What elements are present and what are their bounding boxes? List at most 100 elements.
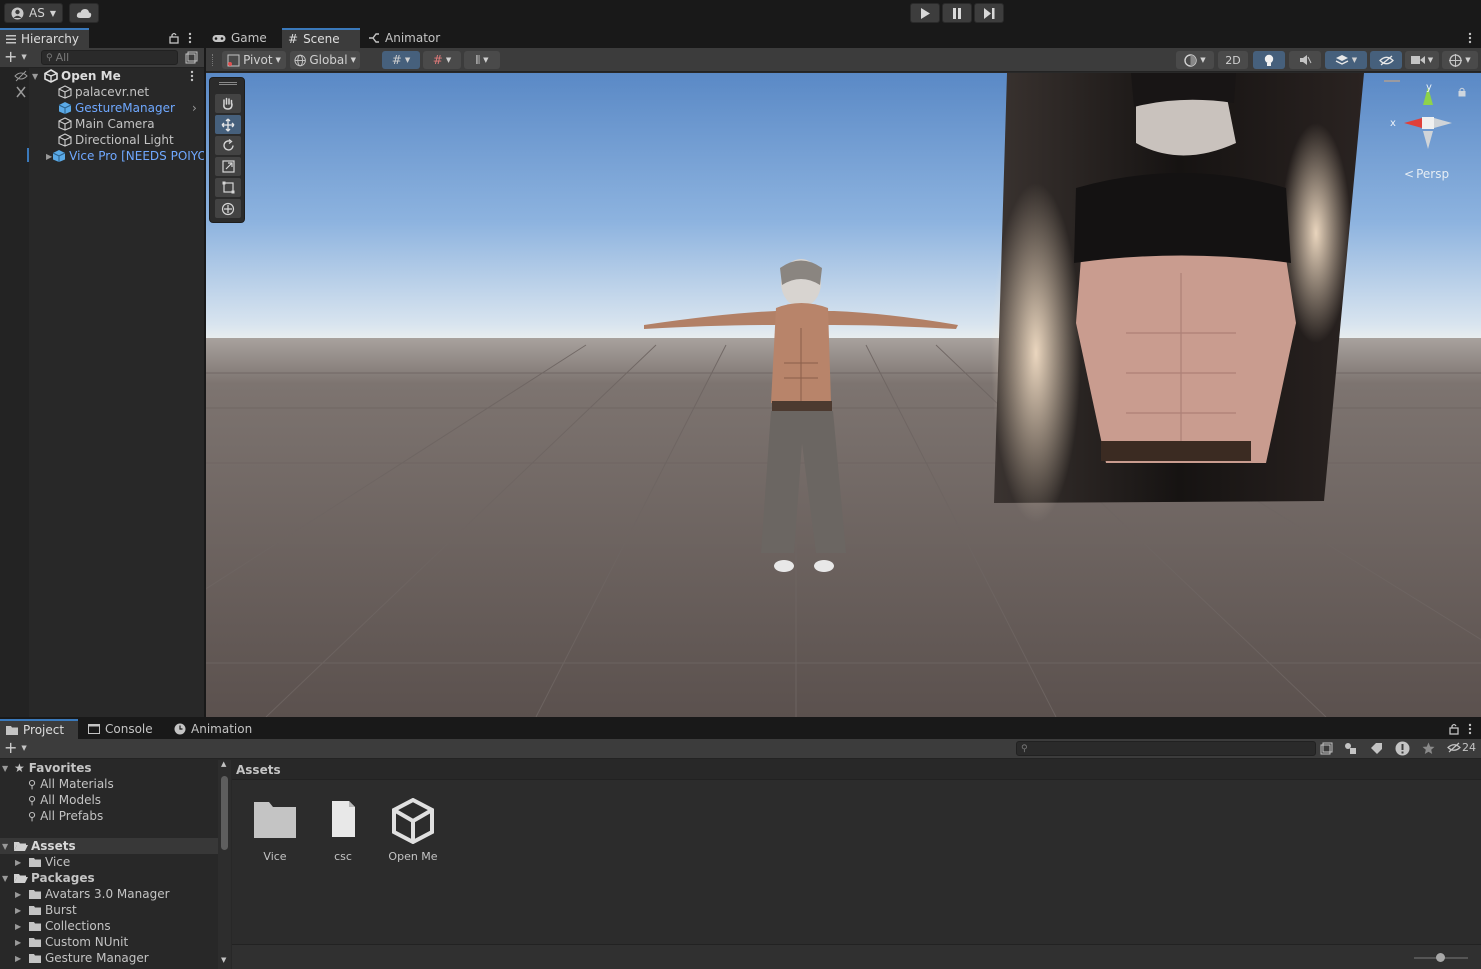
- folder-item[interactable]: ▶ Vice: [0, 854, 218, 870]
- chevron-right-icon[interactable]: ›: [192, 101, 197, 115]
- project-search-input[interactable]: ⚲: [1016, 741, 1316, 756]
- hierarchy-item-label: Vice Pro [NEEDS POIYOMI]: [69, 149, 204, 163]
- kebab-menu-icon[interactable]: [1468, 32, 1472, 44]
- label-tag-icon[interactable]: [1370, 742, 1383, 755]
- expand-arrow-icon: ▶: [15, 921, 22, 931]
- projection-toggle[interactable]: < Persp: [1404, 167, 1449, 181]
- increment-snap-toggle[interactable]: # ▼: [423, 51, 461, 69]
- tree-scrollbar[interactable]: ▲ ▼: [218, 760, 231, 969]
- global-dropdown[interactable]: Global ▼: [290, 51, 360, 69]
- favorite-item[interactable]: ⚲ All Materials: [0, 776, 218, 792]
- expand-arrow-icon: ▶: [15, 889, 22, 899]
- gizmo-drag-handle[interactable]: [1384, 80, 1400, 82]
- tab-animation[interactable]: Animation: [168, 719, 260, 739]
- tab-game[interactable]: Game: [206, 28, 280, 48]
- create-asset-button[interactable]: + ▼: [4, 740, 27, 756]
- effects-dropdown[interactable]: ▼: [1325, 51, 1367, 69]
- gamepad-icon: [212, 34, 226, 42]
- account-icon: [11, 7, 24, 19]
- shading-mode-dropdown[interactable]: ▼: [1176, 51, 1214, 69]
- scroll-down-icon[interactable]: ▼: [221, 956, 226, 964]
- camera-dropdown[interactable]: ▼: [1405, 51, 1439, 69]
- tab-animator[interactable]: Animator: [362, 28, 454, 48]
- audio-toggle[interactable]: [1289, 51, 1321, 69]
- folder-item[interactable]: ▶ Custom NUnit: [0, 934, 218, 950]
- lock-icon[interactable]: [1449, 723, 1459, 735]
- hierarchy-row[interactable]: Main Camera: [0, 116, 204, 132]
- move-tool-button[interactable]: [215, 115, 241, 134]
- favorites-header[interactable]: ▼ ★ Favorites: [0, 760, 218, 776]
- packages-header[interactable]: ▼ Packages: [0, 870, 218, 886]
- hierarchy-tabbar: Hierarchy: [0, 28, 204, 48]
- kebab-menu-icon[interactable]: [190, 70, 194, 82]
- create-button[interactable]: + ▼: [4, 49, 27, 65]
- tab-console[interactable]: Console: [82, 719, 164, 739]
- icon-size-slider-thumb[interactable]: [1436, 953, 1445, 962]
- scrollbar-thumb[interactable]: [221, 776, 228, 850]
- folder-item[interactable]: ▶ Collections: [0, 918, 218, 934]
- scene-visibility-icon[interactable]: [185, 51, 198, 64]
- asset-item[interactable]: Vice: [240, 798, 310, 863]
- kebab-menu-icon[interactable]: [1468, 723, 1472, 735]
- hierarchy-row[interactable]: GestureManager ›: [0, 100, 204, 116]
- assets-header[interactable]: ▼ Assets: [0, 838, 218, 854]
- effects-layers-icon: [1335, 55, 1349, 65]
- palette-drag-handle[interactable]: [219, 82, 237, 85]
- project-panel: Project Console Animation + ▼ ⚲ 24 ▼ ★ F…: [0, 719, 1481, 969]
- gizmos-dropdown[interactable]: ▼: [1442, 51, 1478, 69]
- tab-project[interactable]: Project: [0, 719, 78, 739]
- 2d-toggle[interactable]: 2D: [1218, 51, 1248, 69]
- account-button[interactable]: AS ▼: [4, 3, 63, 23]
- gameobject-icon: [58, 133, 72, 147]
- folder-icon: [254, 802, 296, 838]
- grid-snap-toggle[interactable]: # ▼: [382, 51, 420, 69]
- drag-handle[interactable]: [212, 54, 216, 66]
- breadcrumb-item[interactable]: Assets: [236, 763, 281, 777]
- hierarchy-row[interactable]: Directional Light: [0, 132, 204, 148]
- scene-panel: Game # Scene Animator Pivot ▼ Global ▼ #…: [206, 28, 1481, 717]
- tab-scene[interactable]: # Scene: [282, 28, 360, 48]
- scene-tabbar: Game # Scene Animator: [206, 28, 1481, 48]
- hierarchy-row[interactable]: palacevr.net: [0, 84, 204, 100]
- filter-type-icon[interactable]: [1344, 742, 1357, 755]
- rotate-tool-button[interactable]: [215, 136, 241, 155]
- transform-tool-button[interactable]: [215, 199, 241, 218]
- pivot-dropdown[interactable]: Pivot ▼: [222, 51, 286, 69]
- hierarchy-row[interactable]: ▶ Vice Pro [NEEDS POIYOMI]: [0, 148, 204, 164]
- pause-button[interactable]: [942, 3, 972, 23]
- orientation-gizmo[interactable]: y x < Persp: [1376, 73, 1476, 193]
- scale-tool-button[interactable]: [215, 157, 241, 176]
- search-scope-icon[interactable]: [1320, 742, 1333, 755]
- rect-tool-button[interactable]: [215, 178, 241, 197]
- hand-tool-button[interactable]: [215, 94, 241, 113]
- folder-item[interactable]: ▶ Avatars 3.0 Manager: [0, 886, 218, 902]
- folder-label: Vice: [45, 855, 71, 869]
- lighting-toggle[interactable]: [1253, 51, 1285, 69]
- lock-icon[interactable]: [169, 32, 179, 44]
- folder-item[interactable]: ▶ Gesture Manager: [0, 950, 218, 966]
- folder-item[interactable]: ▶ Burst: [0, 902, 218, 918]
- step-button[interactable]: [974, 3, 1004, 23]
- prefab-icon: [52, 150, 66, 162]
- asset-item[interactable]: Open Me: [378, 798, 448, 863]
- cloud-button[interactable]: [69, 3, 99, 23]
- folder-icon: [6, 726, 18, 735]
- warning-filter-icon[interactable]: [1395, 741, 1410, 756]
- scene-viewport[interactable]: y x < Persp: [206, 73, 1481, 717]
- folder-label: Custom NUnit: [45, 935, 129, 949]
- hidden-packages-toggle[interactable]: 24: [1447, 741, 1476, 754]
- asset-item[interactable]: csc: [308, 798, 378, 863]
- favorite-item[interactable]: ⚲ All Models: [0, 792, 218, 808]
- star-icon[interactable]: [1422, 742, 1435, 755]
- ruler-snap-toggle[interactable]: ⫼ ▼: [464, 51, 500, 69]
- axis-gizmo-icon[interactable]: [1390, 83, 1462, 155]
- scroll-up-icon[interactable]: ▲: [221, 760, 226, 768]
- hierarchy-search-input[interactable]: ⚲ All: [41, 50, 178, 65]
- hierarchy-row-scene[interactable]: ▼ Open Me: [0, 68, 204, 84]
- kebab-menu-icon[interactable]: [188, 32, 192, 44]
- favorite-item[interactable]: ⚲ All Prefabs: [0, 808, 218, 824]
- play-button[interactable]: [910, 3, 940, 23]
- scene-visibility-toggle[interactable]: [1370, 51, 1402, 69]
- tab-hierarchy[interactable]: Hierarchy: [0, 28, 89, 48]
- folder-icon: [29, 858, 41, 867]
